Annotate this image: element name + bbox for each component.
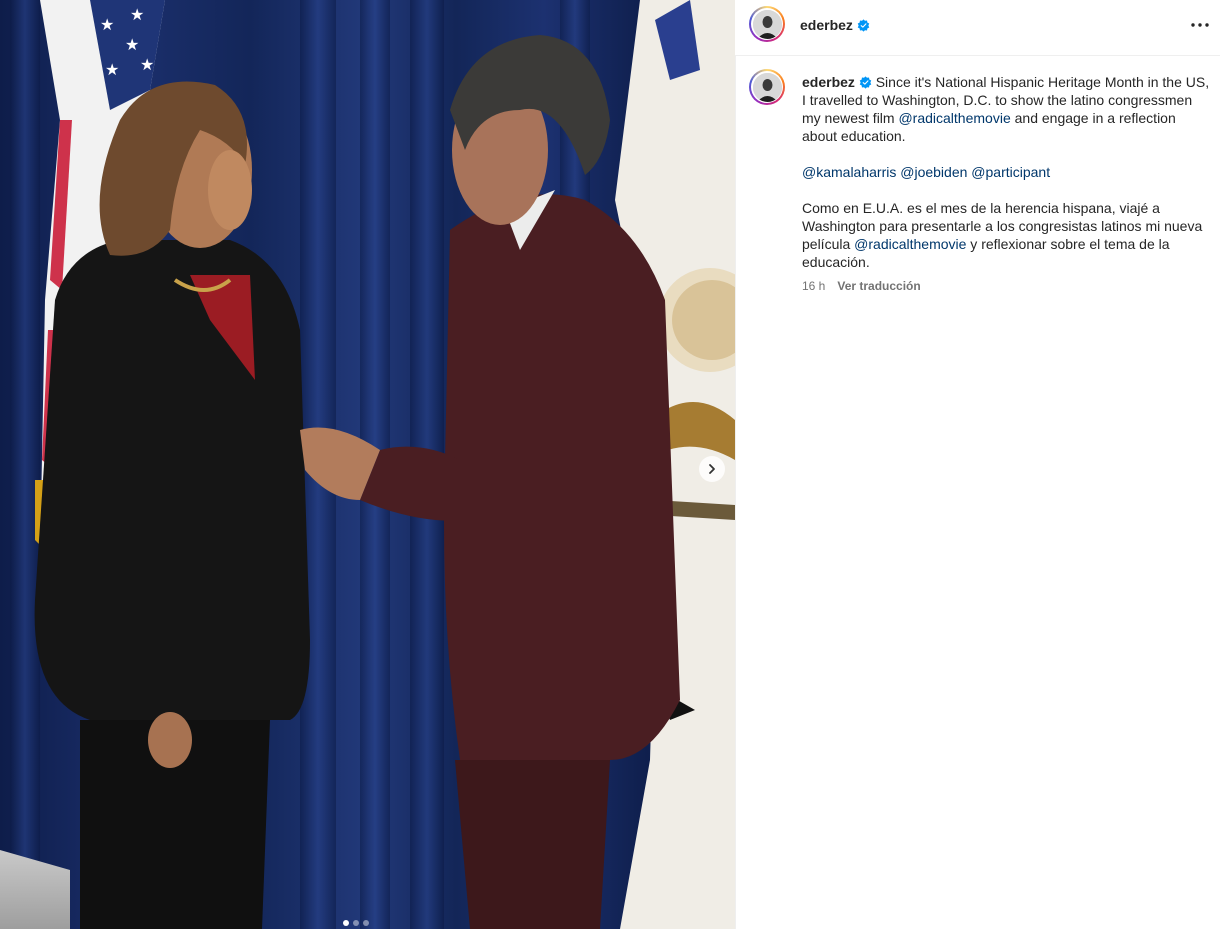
mention-link[interactable]: @radicalthemovie <box>854 236 966 252</box>
avatar-image <box>752 9 782 39</box>
svg-text:★: ★ <box>130 5 144 24</box>
avatar[interactable] <box>749 6 785 42</box>
caption-username[interactable]: ederbez <box>802 74 855 90</box>
verified-badge-icon <box>859 76 872 89</box>
pane-divider <box>735 55 736 929</box>
svg-text:★: ★ <box>140 55 154 74</box>
svg-text:★: ★ <box>125 35 139 54</box>
mention-link[interactable]: @participant <box>971 164 1050 180</box>
caption-mentions: @kamalaharris @joebiden @participant <box>802 163 1210 181</box>
caption-avatar[interactable] <box>749 69 785 105</box>
verified-badge-icon <box>857 18 870 32</box>
post-header: ederbez <box>735 0 1220 56</box>
post-caption: ederbez Since it's National Hispanic Her… <box>802 73 1210 295</box>
post-sidebar: ederbez ederbez Since it's National Hisp… <box>735 0 1220 929</box>
carousel-dot <box>363 920 369 926</box>
avatar-image <box>752 72 782 102</box>
see-translation-button[interactable]: Ver traducción <box>837 277 920 295</box>
post-media[interactable]: ★ ★ ★ ★ ★ <box>0 0 735 929</box>
svg-text:★: ★ <box>105 60 119 79</box>
caption-meta: 16 h Ver traducción <box>802 277 1210 295</box>
post-author-username[interactable]: ederbez <box>800 17 853 33</box>
post-photo: ★★★ ★★ <box>0 0 735 929</box>
more-horizontal-icon <box>1191 23 1209 27</box>
carousel-next-button[interactable] <box>699 456 725 482</box>
chevron-right-icon <box>709 464 715 474</box>
carousel-dot <box>353 920 359 926</box>
carousel-dot <box>343 920 349 926</box>
post-timestamp[interactable]: 16 h <box>802 277 825 295</box>
more-options-button[interactable] <box>1186 13 1214 37</box>
mention-link[interactable]: @kamalaharris <box>802 164 896 180</box>
svg-text:★: ★ <box>100 15 114 34</box>
mention-link[interactable]: @joebiden <box>900 164 967 180</box>
caption-english: ederbez Since it's National Hispanic Her… <box>802 73 1210 145</box>
carousel-indicator <box>343 920 369 926</box>
mention-link[interactable]: @radicalthemovie <box>898 110 1010 126</box>
caption-spanish: Como en E.U.A. es el mes de la herencia … <box>802 199 1210 271</box>
